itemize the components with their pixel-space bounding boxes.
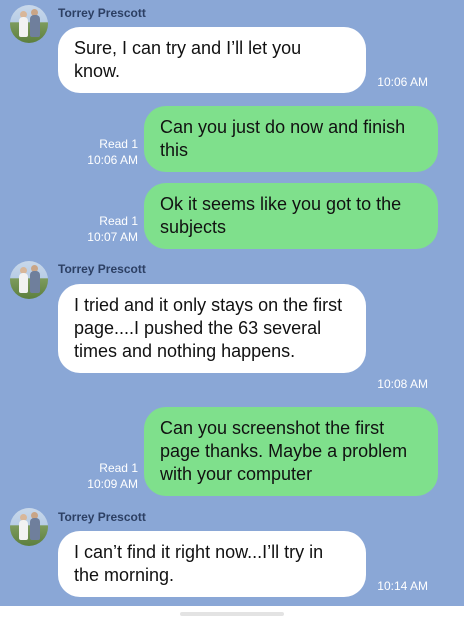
outgoing-message[interactable]: Can you screenshot the first page thanks… bbox=[144, 407, 438, 496]
incoming-message[interactable]: I can’t find it right now...I’ll try in … bbox=[58, 531, 366, 597]
read-receipt: Read 1 bbox=[99, 214, 138, 228]
chat-thread: Torrey Prescott Sure, I can try and I’ll… bbox=[0, 0, 464, 620]
contact-avatar[interactable] bbox=[10, 261, 48, 299]
message-time: 10:14 AM bbox=[377, 579, 428, 593]
incoming-message[interactable]: I tried and it only stays on the first p… bbox=[58, 284, 366, 373]
sender-name: Torrey Prescott bbox=[58, 262, 146, 276]
message-time: 10:06 AM bbox=[87, 153, 138, 167]
sender-name: Torrey Prescott bbox=[58, 6, 146, 20]
outgoing-message[interactable]: Can you just do now and finish this bbox=[144, 106, 438, 172]
contact-avatar[interactable] bbox=[10, 5, 48, 43]
message-time: 10:06 AM bbox=[377, 75, 428, 89]
incoming-message[interactable]: Sure, I can try and I’ll let you know. bbox=[58, 27, 366, 93]
outgoing-message[interactable]: Ok it seems like you got to the subjects bbox=[144, 183, 438, 249]
message-time: 10:07 AM bbox=[87, 230, 138, 244]
read-receipt: Read 1 bbox=[99, 137, 138, 151]
contact-avatar[interactable] bbox=[10, 508, 48, 546]
message-time: 10:09 AM bbox=[87, 477, 138, 491]
home-indicator bbox=[180, 612, 284, 616]
sender-name: Torrey Prescott bbox=[58, 510, 146, 524]
message-time: 10:08 AM bbox=[377, 377, 428, 391]
read-receipt: Read 1 bbox=[99, 461, 138, 475]
